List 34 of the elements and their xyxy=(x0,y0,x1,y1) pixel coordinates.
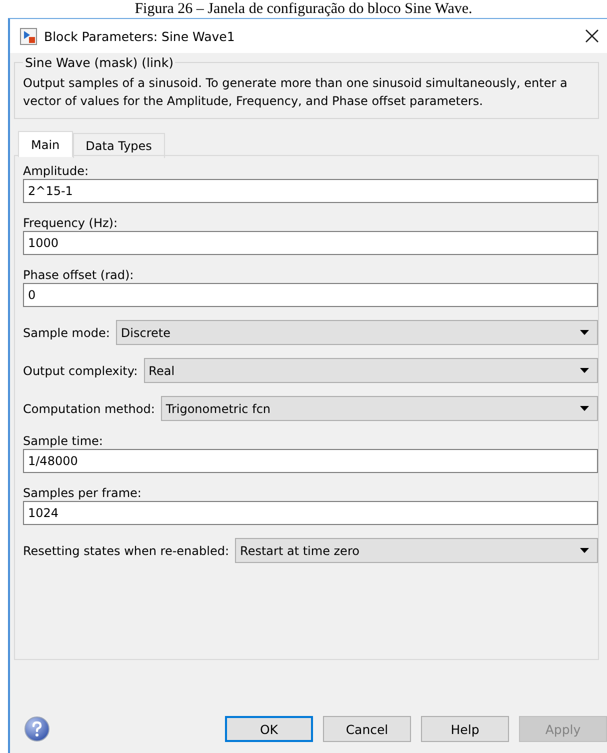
tab[interactable]: Main xyxy=(18,131,73,157)
field-label: Samples per frame: xyxy=(23,486,142,501)
dropdown[interactable]: Restart at time zero xyxy=(235,538,598,563)
caret-icon xyxy=(580,548,589,553)
input-field[interactable]: 1000 xyxy=(23,231,598,255)
tab[interactable]: Data Types xyxy=(72,133,165,158)
field-label: Phase offset (rad): xyxy=(23,268,135,283)
caret-icon xyxy=(580,330,589,335)
field-label: Resetting states when re-enabled: xyxy=(23,544,230,558)
dialog-button[interactable]: OK xyxy=(225,716,313,742)
input-field[interactable]: 1024 xyxy=(23,501,598,525)
field-label: Sample time: xyxy=(23,434,104,449)
dropdown[interactable]: Discrete xyxy=(116,320,598,345)
close-icon[interactable] xyxy=(585,29,599,43)
field-label: Sample mode: xyxy=(23,326,110,340)
window-title: Block Parameters: Sine Wave1 xyxy=(44,28,236,44)
input-field[interactable]: 0 xyxy=(23,283,598,307)
dialog-button[interactable]: Help xyxy=(421,716,509,742)
block-icon xyxy=(20,28,37,44)
group-title: Sine Wave (mask) (link) xyxy=(24,55,174,70)
caret-icon xyxy=(580,368,589,373)
field-label: Output complexity: xyxy=(23,364,138,378)
caret-icon xyxy=(580,406,589,411)
field-label: Frequency (Hz): xyxy=(23,216,119,231)
dialog-button[interactable]: Cancel xyxy=(323,716,411,742)
description-text: Output samples of a sinusoid. To generate more than one sinusoid simultaneously, enter a vector of values for the Amplitude, Frequency, and Phase offset parameters. xyxy=(23,75,568,110)
help-icon[interactable] xyxy=(24,716,50,742)
figure-caption: Figura 26 – Janela de configuração do bloco Sine Wave. xyxy=(134,0,472,18)
dropdown[interactable]: Real xyxy=(144,358,598,383)
field-label: Computation method: xyxy=(23,402,155,416)
dropdown[interactable]: Trigonometric fcn xyxy=(160,396,598,421)
input-field[interactable]: 1/48000 xyxy=(23,449,598,473)
field-label: Amplitude: xyxy=(23,164,90,179)
input-field[interactable]: 2^15-1 xyxy=(23,179,598,203)
